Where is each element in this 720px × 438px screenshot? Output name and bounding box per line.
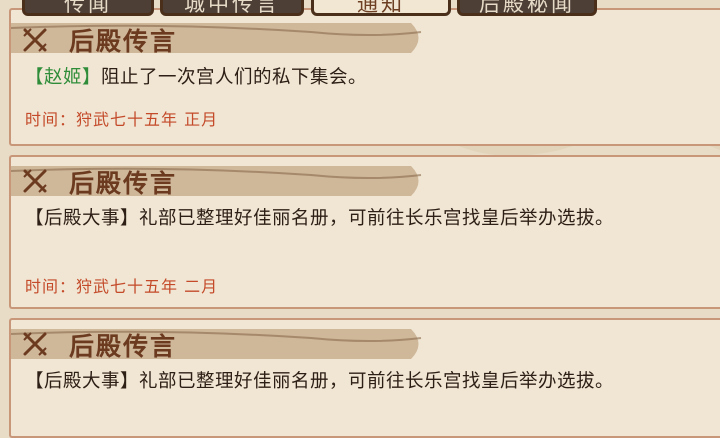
card-message: 【后殿大事】礼部已整理好佳丽名册，可前往长乐宫找皇后举办选拔。 <box>25 208 615 229</box>
card-title: 后殿传言 <box>69 169 178 198</box>
rumor-card: 后殿传言 【赵姬】阻止了一次宫人们的私下集会。 时间：狩武七十五年 正月 <box>9 8 720 146</box>
time-label: 时间： <box>25 277 77 296</box>
character-name: 【赵姬】 <box>25 67 102 88</box>
card-time: 时间：狩武七十五年 二月 <box>25 273 218 297</box>
crossed-swords-icon <box>21 330 49 358</box>
time-value: 狩武七十五年 二月 <box>76 277 219 296</box>
message-text: 阻止了一次宫人们的私下集会。 <box>101 67 368 88</box>
card-message: 【赵姬】阻止了一次宫人们的私下集会。 <box>25 64 717 92</box>
card-title: 后殿传言 <box>69 27 178 56</box>
tab-rumors[interactable]: 传闻 <box>22 0 154 16</box>
tab-city-rumors[interactable]: 城中传言 <box>160 0 304 16</box>
card-time: 时间：狩武七十五年 正月 <box>25 106 218 130</box>
rumor-card: 后殿传言 【后殿大事】礼部已整理好佳丽名册，可前往长乐宫找皇后举办选拔。 时间：… <box>9 155 720 309</box>
card-message: 【后殿大事】礼部已整理好佳丽名册，可前往长乐宫找皇后举办选拔。 <box>25 371 615 392</box>
rumor-card: 后殿传言 【后殿大事】礼部已整理好佳丽名册，可前往长乐宫找皇后举办选拔。 <box>9 318 720 438</box>
tab-notices[interactable]: 通知 <box>311 0 451 16</box>
time-value: 狩武七十五年 正月 <box>76 110 219 129</box>
card-title: 后殿传言 <box>69 332 178 361</box>
crossed-swords-icon <box>21 26 49 54</box>
tab-palace-secrets[interactable]: 后殿秘闻 <box>457 0 597 16</box>
crossed-swords-icon <box>21 167 49 195</box>
time-label: 时间： <box>25 110 77 129</box>
